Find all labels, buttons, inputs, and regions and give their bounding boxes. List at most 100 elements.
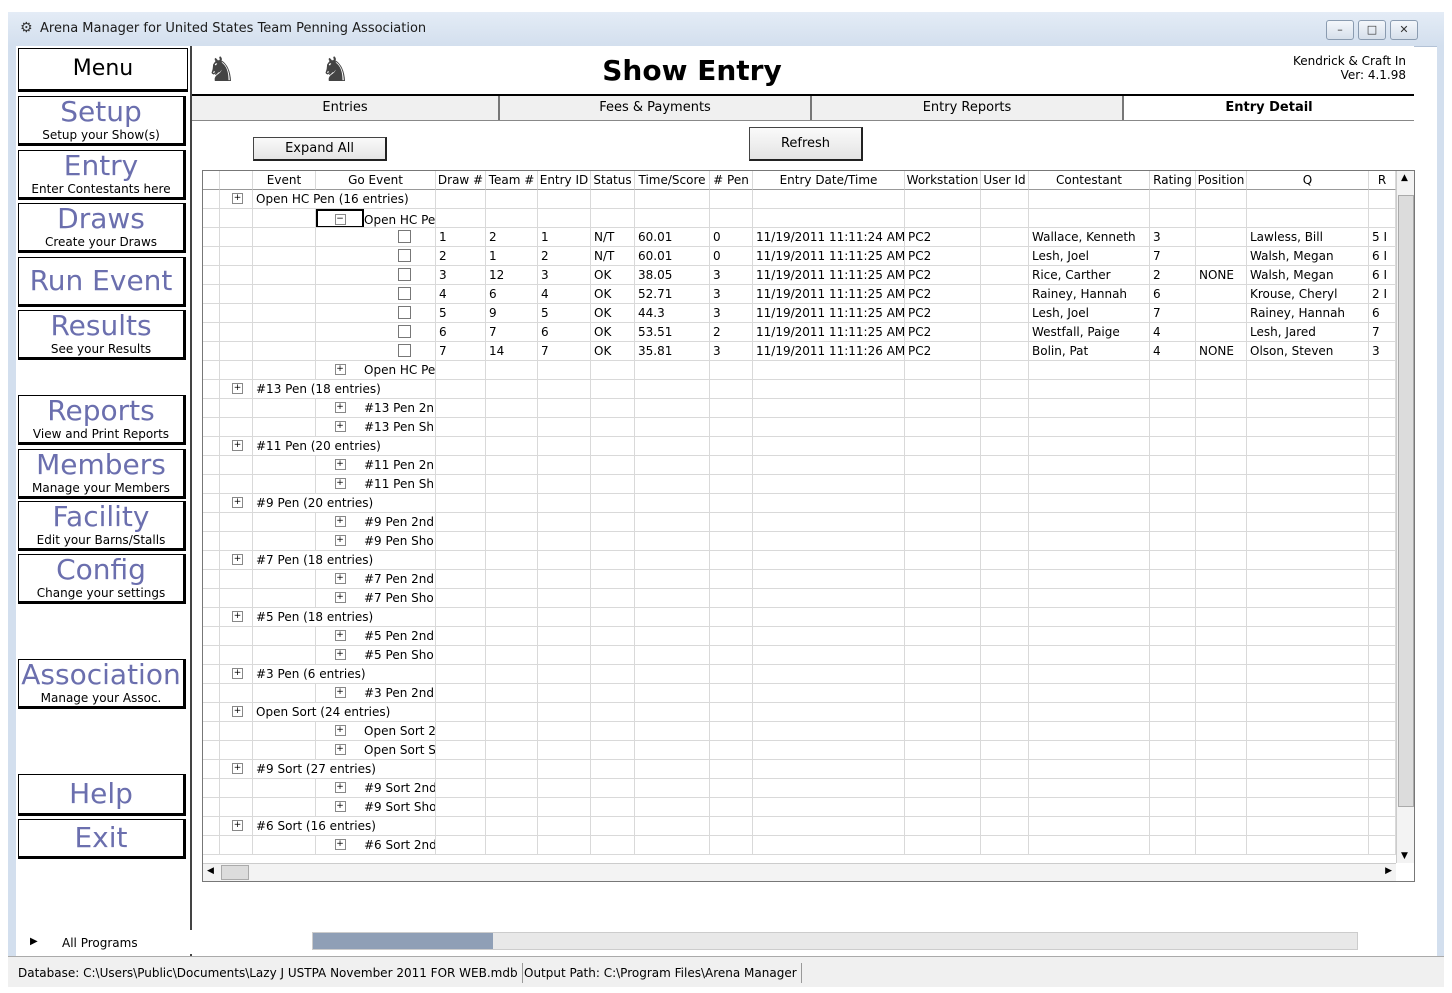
menu-setup-button[interactable]: Setup Setup your Show(s): [18, 96, 186, 146]
tab-entries[interactable]: Entries: [192, 96, 500, 120]
go-expander[interactable]: +: [316, 722, 364, 740]
menu-facility-button[interactable]: Facility Edit your Barns/Stalls: [18, 501, 186, 551]
go-expander[interactable]: +: [316, 399, 364, 417]
grid-header-cell[interactable]: Entry ID: [538, 171, 591, 190]
grid-header-cell[interactable]: [220, 171, 253, 190]
scroll-left-arrow-icon[interactable]: ◀: [207, 866, 214, 876]
grid-header-cell[interactable]: [203, 171, 220, 190]
entry-checkbox[interactable]: [398, 230, 411, 243]
go-expander[interactable]: +: [316, 646, 364, 664]
go-expander[interactable]: +: [316, 627, 364, 645]
expand-icon[interactable]: +: [232, 193, 243, 204]
go-expander[interactable]: +: [316, 513, 364, 531]
menu-members-button[interactable]: Members Manage your Members: [18, 449, 186, 499]
menu-config-button[interactable]: Config Change your settings: [18, 554, 186, 604]
expand-icon[interactable]: +: [334, 839, 346, 850]
grid-header-cell[interactable]: Event: [253, 171, 316, 190]
grid-header-cell[interactable]: Team #: [486, 171, 538, 190]
expand-icon[interactable]: +: [232, 554, 243, 565]
scroll-up-arrow-icon[interactable]: ▲: [1401, 173, 1408, 183]
grid-header-cell[interactable]: Workstation: [905, 171, 981, 190]
go-expander[interactable]: +: [316, 475, 364, 493]
expand-icon[interactable]: +: [334, 782, 346, 793]
expand-icon[interactable]: +: [232, 497, 243, 508]
expand-icon[interactable]: +: [334, 687, 346, 698]
menu-reports-button[interactable]: Reports View and Print Reports: [18, 395, 186, 445]
expand-icon[interactable]: +: [334, 649, 346, 660]
menu-exit-button[interactable]: Exit: [18, 819, 186, 859]
vertical-scroll-thumb[interactable]: [1398, 195, 1414, 807]
go-expander[interactable]: −: [316, 209, 364, 227]
expand-icon[interactable]: +: [334, 592, 346, 603]
go-expander[interactable]: +: [316, 532, 364, 550]
go-expander[interactable]: +: [316, 418, 364, 436]
grid-header-cell[interactable]: Entry Date/Time: [753, 171, 905, 190]
expand-icon[interactable]: +: [232, 383, 243, 394]
expand-icon[interactable]: +: [334, 421, 346, 432]
maximize-button[interactable]: □: [1358, 20, 1386, 40]
expand-icon[interactable]: +: [232, 763, 243, 774]
expand-icon[interactable]: +: [232, 611, 243, 622]
expand-icon[interactable]: +: [334, 478, 346, 489]
minimize-button[interactable]: –: [1326, 20, 1354, 40]
entry-checkbox[interactable]: [398, 325, 411, 338]
menu-association-button[interactable]: Association Manage your Assoc.: [18, 659, 186, 709]
go-expander[interactable]: +: [316, 836, 364, 854]
expand-icon[interactable]: +: [334, 402, 346, 413]
grid-header-cell[interactable]: Draw #: [436, 171, 486, 190]
expand-icon[interactable]: +: [334, 459, 346, 470]
outer-scroll-thumb[interactable]: [313, 933, 493, 949]
go-expander[interactable]: +: [316, 456, 364, 474]
go-expander[interactable]: +: [316, 589, 364, 607]
expand-icon[interactable]: +: [334, 364, 346, 375]
scroll-down-arrow-icon[interactable]: ▼: [1401, 851, 1408, 861]
expand-icon[interactable]: +: [232, 706, 243, 717]
expand-all-button[interactable]: Expand All: [253, 137, 387, 161]
entry-checkbox[interactable]: [398, 344, 411, 357]
tab-entry-detail[interactable]: Entry Detail: [1124, 96, 1414, 120]
entry-detail-grid[interactable]: Event Go Event Draw # Team # Entry ID Status T…: [202, 170, 1415, 882]
go-expander[interactable]: +: [316, 684, 364, 702]
grid-header-cell[interactable]: Q: [1247, 171, 1369, 190]
expand-icon[interactable]: +: [334, 516, 346, 527]
entry-checkbox[interactable]: [398, 268, 411, 281]
horizontal-scrollbar[interactable]: ◀ ▶: [203, 863, 1396, 881]
all-programs-link[interactable]: All Programs: [62, 936, 138, 950]
outer-horizontal-scrollbar[interactable]: [312, 932, 1358, 950]
tab-fees-payments[interactable]: Fees & Payments: [500, 96, 812, 120]
expand-icon[interactable]: +: [232, 820, 243, 831]
go-expander[interactable]: +: [316, 361, 364, 379]
expand-icon[interactable]: +: [334, 535, 346, 546]
expand-icon[interactable]: +: [334, 573, 346, 584]
go-expander[interactable]: +: [316, 798, 364, 816]
entry-checkbox[interactable]: [398, 287, 411, 300]
grid-header-cell[interactable]: Rating: [1150, 171, 1196, 190]
expand-icon[interactable]: +: [334, 801, 346, 812]
menu-draws-button[interactable]: Draws Create your Draws: [18, 203, 186, 253]
expand-icon[interactable]: +: [232, 668, 243, 679]
go-expander[interactable]: +: [316, 570, 364, 588]
collapse-icon[interactable]: −: [334, 214, 346, 225]
menu-entry-button[interactable]: Entry Enter Contestants here: [18, 150, 186, 200]
go-expander[interactable]: +: [316, 741, 364, 759]
horizontal-scroll-thumb[interactable]: [221, 865, 249, 880]
close-button[interactable]: ✕: [1390, 20, 1418, 40]
menu-help-button[interactable]: Help: [18, 774, 186, 816]
menu-run-event-button[interactable]: Run Event: [18, 257, 186, 307]
expand-icon[interactable]: +: [232, 440, 243, 451]
grid-header-cell[interactable]: User Id: [981, 171, 1029, 190]
grid-header-cell[interactable]: Status: [591, 171, 635, 190]
expand-icon[interactable]: +: [334, 725, 346, 736]
grid-header-cell[interactable]: Time/Score: [635, 171, 710, 190]
entry-checkbox[interactable]: [398, 249, 411, 262]
vertical-scrollbar[interactable]: ▲ ▼: [1396, 171, 1414, 863]
grid-header-cell[interactable]: R: [1369, 171, 1396, 190]
entry-checkbox[interactable]: [398, 306, 411, 319]
expand-icon[interactable]: +: [334, 630, 346, 641]
scroll-right-arrow-icon[interactable]: ▶: [1385, 866, 1392, 876]
grid-header-cell[interactable]: Position: [1196, 171, 1247, 190]
tab-entry-reports[interactable]: Entry Reports: [812, 96, 1124, 120]
refresh-button[interactable]: Refresh: [749, 127, 863, 161]
go-expander[interactable]: +: [316, 779, 364, 797]
menu-results-button[interactable]: Results See your Results: [18, 310, 186, 360]
